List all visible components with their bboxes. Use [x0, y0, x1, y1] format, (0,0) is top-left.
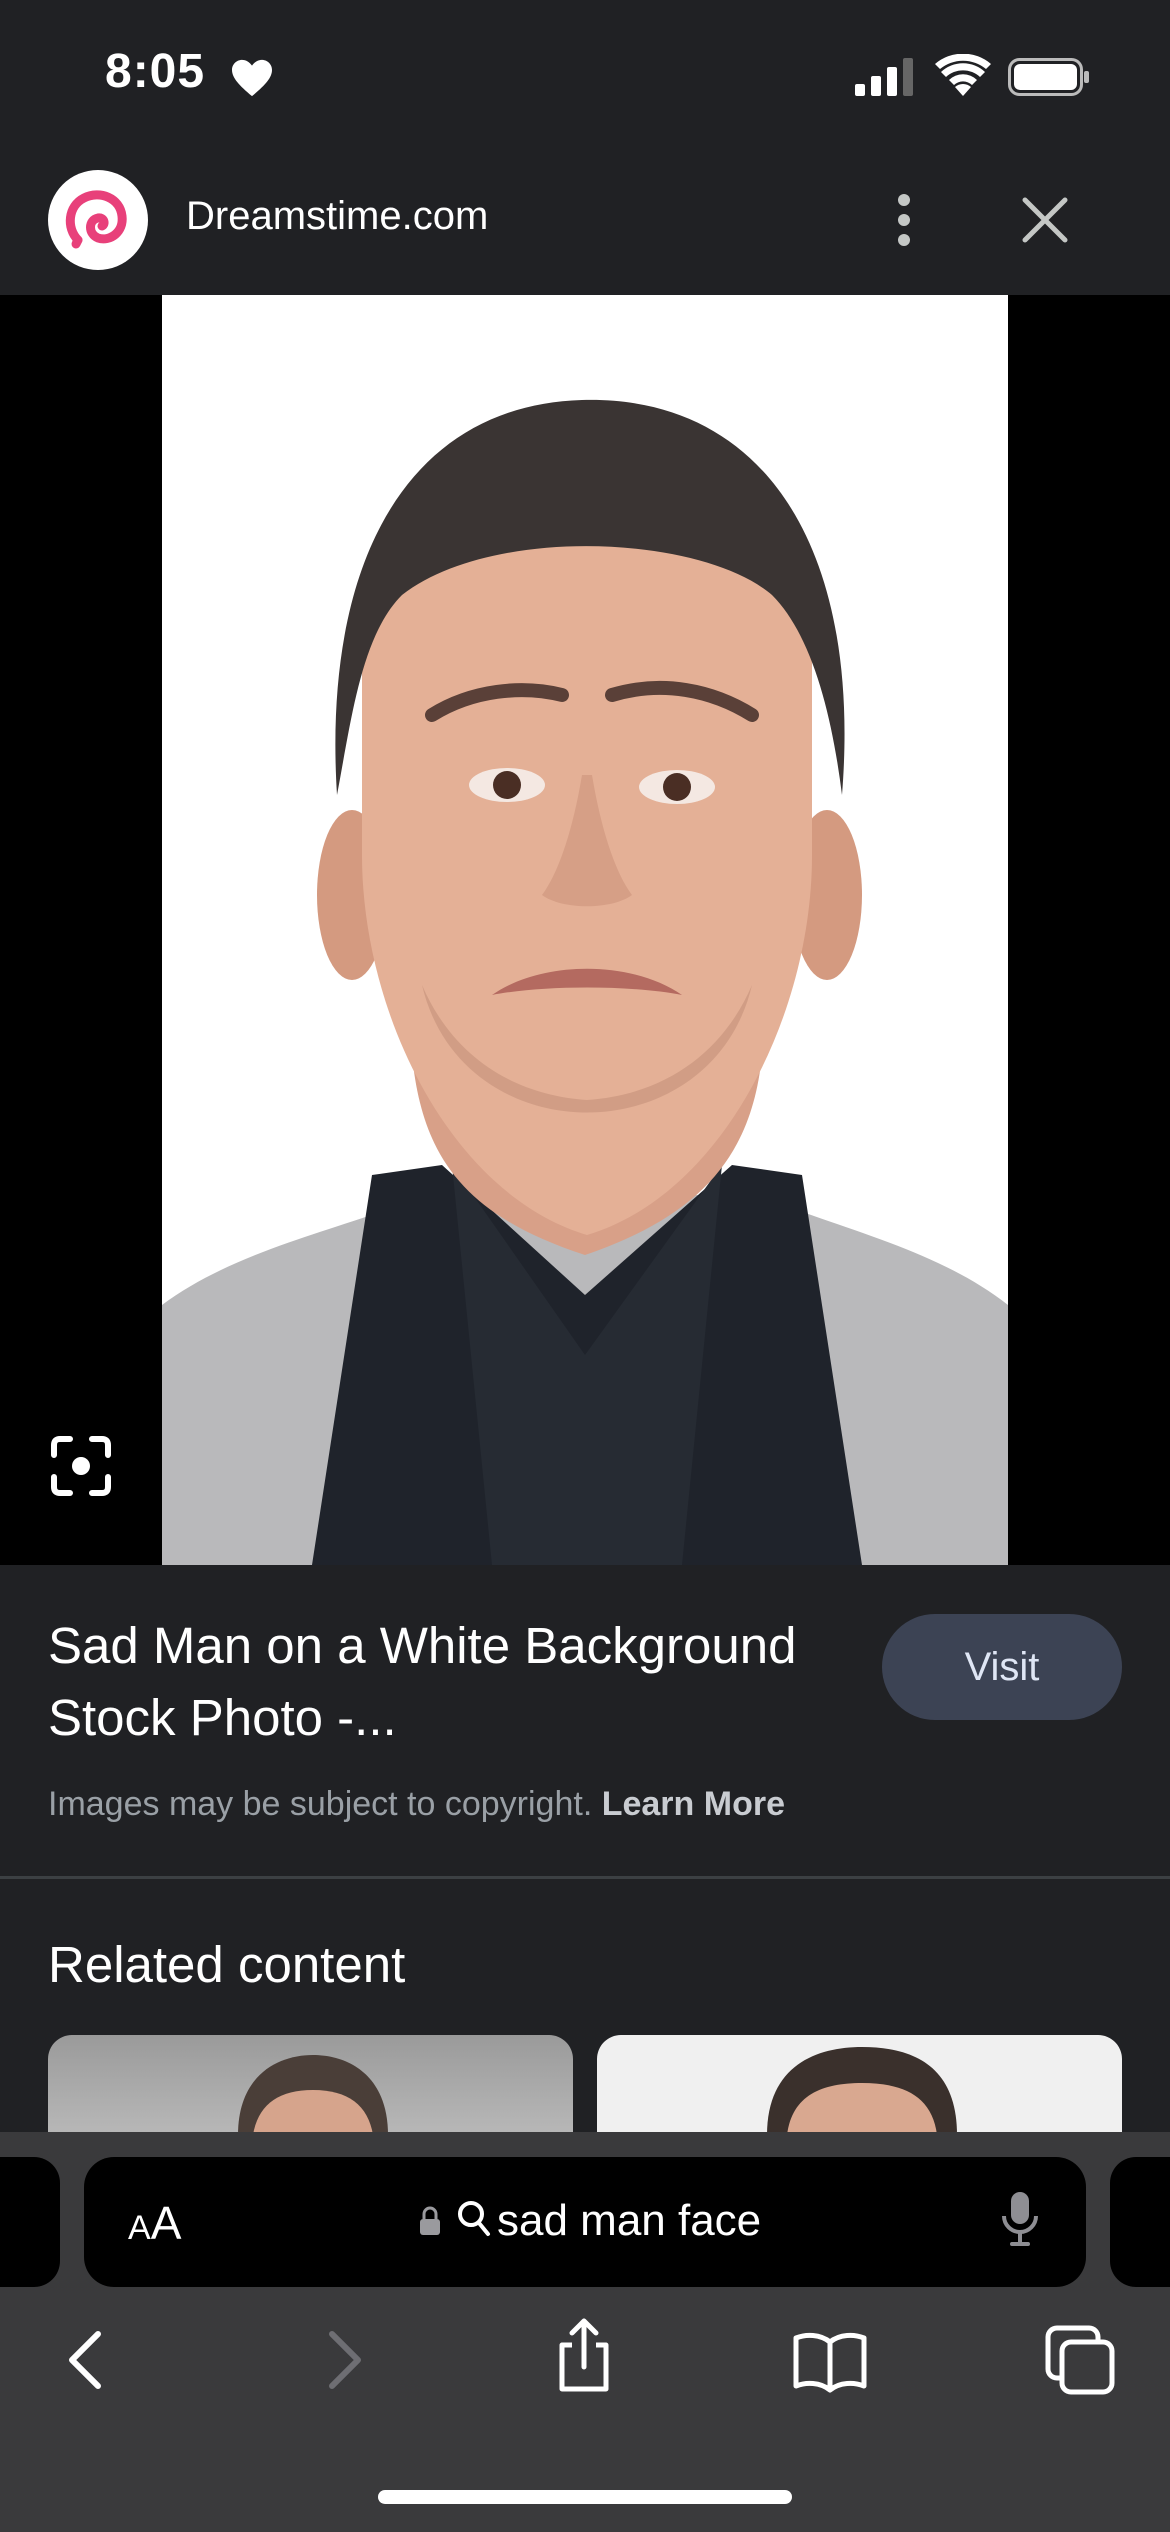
site-logo[interactable] — [48, 170, 148, 270]
home-indicator — [378, 2490, 792, 2504]
close-icon[interactable] — [1010, 185, 1080, 255]
share-icon[interactable] — [544, 2315, 624, 2395]
more-options-icon[interactable] — [880, 180, 928, 260]
tabs-icon[interactable] — [1040, 2320, 1120, 2400]
text-size-small-glyph: A — [128, 2209, 151, 2247]
copyright-text: Images may be subject to copyright. — [48, 1785, 593, 1823]
lens-search-icon[interactable] — [40, 1425, 122, 1507]
divider — [0, 1876, 1170, 1879]
related-photo-1 — [238, 2055, 388, 2135]
text-size-large-glyph: A — [150, 2197, 182, 2249]
visit-button[interactable]: Visit — [882, 1614, 1122, 1720]
site-name[interactable]: Dreamstime.com — [186, 194, 488, 239]
cellular-signal-icon — [855, 58, 913, 96]
dreamstime-logo-icon — [65, 190, 127, 249]
learn-more-link[interactable]: Learn More — [602, 1785, 785, 1823]
search-icon — [458, 2201, 490, 2236]
related-content-heading: Related content — [48, 1936, 406, 1993]
forward-icon[interactable] — [300, 2320, 380, 2400]
result-photo[interactable] — [162, 295, 1008, 1565]
related-thumbnail[interactable] — [597, 2035, 1122, 2135]
microphone-icon[interactable] — [1000, 2190, 1040, 2248]
heart-icon — [232, 59, 272, 97]
next-tab-peek[interactable] — [1110, 2157, 1170, 2287]
bookmarks-icon[interactable] — [790, 2320, 870, 2400]
lock-icon — [420, 2206, 440, 2235]
source-header — [0, 150, 1170, 295]
copyright-notice: Images may be subject to copyright. Lear… — [48, 1785, 785, 1824]
previous-tab-peek[interactable] — [0, 2157, 60, 2287]
text-size-button[interactable]: AA — [128, 2196, 181, 2250]
sad-man-photo — [162, 295, 1008, 1565]
related-thumbnail[interactable] — [48, 2035, 573, 2135]
related-photo-2 — [767, 2047, 957, 2135]
address-text[interactable]: sad man face — [497, 2196, 761, 2246]
back-icon[interactable] — [50, 2320, 130, 2400]
battery-icon — [1008, 58, 1089, 96]
result-title[interactable]: Sad Man on a White Background Stock Phot… — [48, 1610, 808, 1754]
wifi-icon — [935, 54, 991, 96]
status-time: 8:05 — [105, 45, 206, 98]
